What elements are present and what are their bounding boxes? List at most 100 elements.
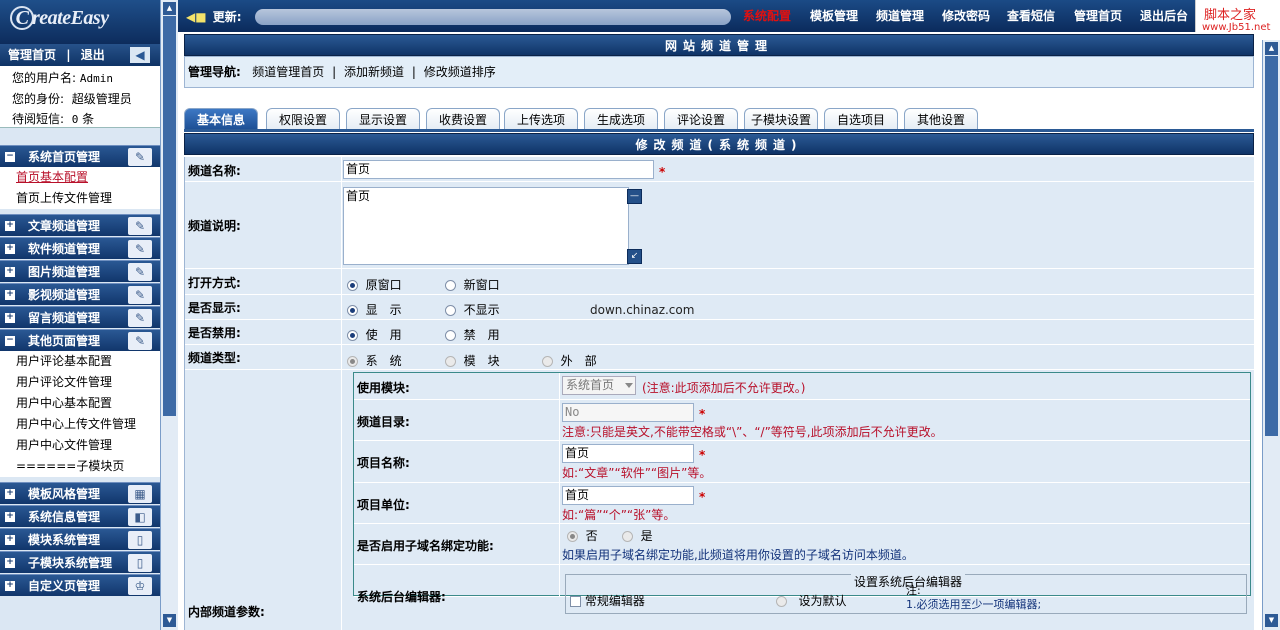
sidebar-subitem[interactable]: 首页上传文件管理 — [0, 188, 160, 209]
scroll-down-icon[interactable]: ▼ — [163, 614, 176, 627]
sidebar-subitem[interactable]: 用户评论文件管理 — [0, 372, 160, 393]
tab[interactable]: 收费设置 — [426, 108, 500, 130]
unit-note: 如:“篇”“个”“张”等。 — [562, 508, 676, 522]
unit-input[interactable]: 首页 — [562, 486, 694, 505]
sidebar-group-label: 其他页面管理 — [28, 334, 101, 348]
default-option-normal[interactable]: 设为默认 — [776, 592, 846, 609]
nav-link-sort-channel[interactable]: 修改频道排序 — [424, 65, 496, 79]
sidebar-group[interactable]: + 软件频道管理 ✎ — [0, 237, 160, 259]
tab[interactable]: 生成选项 — [584, 108, 658, 130]
open-option-same[interactable]: 原窗口 — [347, 276, 402, 293]
user-info: 您的用户名: Admin 您的身份: 超级管理员 待阅短信: 0 条 — [0, 66, 160, 128]
collapse-icon[interactable]: ◀ — [130, 47, 150, 63]
name-label: 频道名称: — [188, 164, 241, 178]
manage-home-link[interactable]: 管理首页 — [8, 48, 56, 62]
sidebar-group[interactable]: + 子模块系统管理 ▯ — [0, 551, 160, 573]
sidebar-subitem[interactable]: 用户中心文件管理 — [0, 435, 160, 456]
top-nav-link[interactable]: 频道管理 — [876, 7, 924, 24]
checkbox-icon[interactable] — [570, 596, 581, 607]
module-select[interactable]: 系统首页 — [562, 376, 636, 395]
editor-option-normal[interactable]: 常规编辑器 — [570, 592, 645, 609]
sidebar-group[interactable]: + 文章频道管理 ✎ — [0, 214, 160, 236]
radio-icon[interactable] — [347, 280, 358, 291]
sidebar-group[interactable]: + 自定义页管理 ♔ — [0, 574, 160, 596]
msg-count[interactable]: 0 — [72, 113, 79, 126]
expand-icon[interactable]: + — [5, 581, 15, 591]
scroll-thumb[interactable] — [163, 16, 176, 416]
radio-icon[interactable] — [347, 305, 358, 316]
sidebar-group[interactable]: − 其他页面管理 ✎ — [0, 329, 160, 351]
tab[interactable]: 评论设置 — [664, 108, 738, 130]
sidebar-group[interactable]: − 系统首页管理 ✎ — [0, 145, 160, 167]
expand-icon[interactable]: + — [5, 221, 15, 231]
tab[interactable]: 其他设置 — [904, 108, 978, 130]
form-title: 修改频道(系统频道) — [184, 133, 1254, 155]
left-scrollbar[interactable]: ▲ ▼ — [160, 0, 178, 630]
sidebar-group[interactable]: + 图片频道管理 ✎ — [0, 260, 160, 282]
update-marquee — [255, 9, 731, 25]
expand-icon[interactable]: + — [5, 558, 15, 568]
scroll-down-icon[interactable]: ▼ — [1265, 614, 1278, 627]
tab[interactable]: 子模块设置 — [744, 108, 818, 130]
collapse-icon[interactable]: − — [5, 336, 15, 346]
main-content: 网站频道管理 管理导航: 频道管理首页 | 添加新频道 | 修改频道排序 基本信… — [178, 32, 1262, 630]
sidebar-group-label: 系统首页管理 — [28, 150, 101, 164]
radio-icon[interactable] — [776, 596, 787, 607]
expand-icon[interactable]: + — [5, 290, 15, 300]
subdomain-option-no: 否 — [567, 527, 598, 544]
name-input[interactable]: 首页 — [343, 160, 654, 179]
top-nav-link[interactable]: 模板管理 — [810, 7, 858, 24]
desc-textarea[interactable]: 首页 — [343, 187, 629, 265]
sidebar-subitem[interactable]: 用户中心上传文件管理 — [0, 414, 160, 435]
arrow-left-icon: ◀■ — [186, 10, 207, 24]
item-input[interactable]: 首页 — [562, 444, 694, 463]
top-nav-link[interactable]: 退出后台 — [1140, 7, 1188, 24]
open-option-new[interactable]: 新窗口 — [445, 276, 500, 293]
sidebar-group[interactable]: + 模板风格管理 ▦ — [0, 482, 160, 504]
right-scrollbar[interactable]: ▲ ▼ — [1262, 40, 1280, 630]
expand-icon[interactable]: + — [5, 512, 15, 522]
show-option-no[interactable]: 不显示 — [445, 301, 500, 318]
radio-icon[interactable] — [445, 330, 456, 341]
sidebar-subitem[interactable]: ======子模块页====== — [0, 456, 160, 494]
sidebar-group[interactable]: + 影视频道管理 ✎ — [0, 283, 160, 305]
dir-input[interactable]: No — [562, 403, 694, 422]
disable-option-use[interactable]: 使 用 — [347, 326, 402, 343]
radio-icon[interactable] — [445, 280, 456, 291]
expand-icon[interactable]: + — [5, 267, 15, 277]
tab[interactable]: 基本信息 — [184, 108, 258, 130]
top-nav-link[interactable]: 查看短信 — [1007, 7, 1055, 24]
nav-link-channel-home[interactable]: 频道管理首页 — [252, 65, 324, 79]
expand-icon[interactable]: + — [5, 535, 15, 545]
tab[interactable]: 自选项目 — [824, 108, 898, 130]
scroll-thumb[interactable] — [1265, 56, 1278, 436]
expand-icon[interactable]: + — [5, 244, 15, 254]
collapse-textarea-icon[interactable]: — — [627, 189, 642, 204]
sidebar-subitem[interactable]: 用户中心基本配置 — [0, 393, 160, 414]
radio-icon[interactable] — [347, 330, 358, 341]
tab[interactable]: 显示设置 — [346, 108, 420, 130]
tab[interactable]: 上传选项 — [504, 108, 578, 130]
sidebar-subitem[interactable]: 用户评论基本配置 — [0, 351, 160, 372]
nav-link-add-channel[interactable]: 添加新频道 — [344, 65, 404, 79]
page-title: 网站频道管理 — [184, 34, 1254, 56]
expand-icon[interactable]: + — [5, 489, 15, 499]
sidebar-subitem[interactable]: 首页基本配置 — [0, 167, 160, 188]
sidebar-group[interactable]: + 系统信息管理 ◧ — [0, 505, 160, 527]
radio-icon[interactable] — [445, 305, 456, 316]
top-nav-link[interactable]: 系统配置 — [743, 7, 791, 24]
scroll-up-icon[interactable]: ▲ — [163, 2, 176, 15]
top-nav-link[interactable]: 修改密码 — [942, 7, 990, 24]
system-info-icon: ◧ — [128, 508, 152, 526]
collapse-icon[interactable]: − — [5, 152, 15, 162]
top-nav-link[interactable]: 管理首页 — [1074, 7, 1122, 24]
expand-icon[interactable]: + — [5, 313, 15, 323]
show-option-yes[interactable]: 显 示 — [347, 301, 402, 318]
scroll-up-icon[interactable]: ▲ — [1265, 42, 1278, 55]
sidebar-group[interactable]: + 留言频道管理 ✎ — [0, 306, 160, 328]
disable-option-ban[interactable]: 禁 用 — [445, 326, 500, 343]
logout-link[interactable]: 退出 — [81, 48, 105, 62]
sidebar-group[interactable]: + 模块系统管理 ▯ — [0, 528, 160, 550]
tab[interactable]: 权限设置 — [266, 108, 340, 130]
expand-textarea-icon[interactable]: ↙ — [627, 249, 642, 264]
